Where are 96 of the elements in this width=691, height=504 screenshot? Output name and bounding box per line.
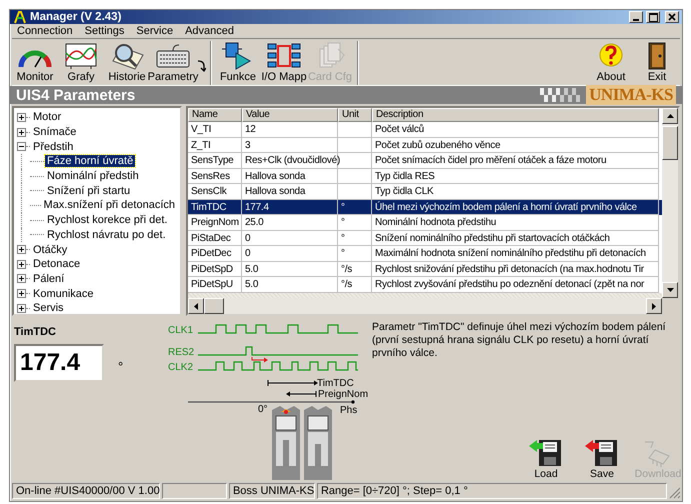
table-row[interactable]: TimTDC 177.4 ° Úhel mezi výchozím bodem pálení a horní úvratí prvního válce xyxy=(188,200,662,215)
tree-item[interactable]: Servis xyxy=(31,302,66,314)
table-row[interactable]: PiDetSpU 5.0 °/s Rychlost zvyšování předstihu po odeznění detonací (zpět na nor xyxy=(188,277,662,292)
scroll-left-icon xyxy=(194,302,198,310)
zero-label: 0° xyxy=(258,404,268,415)
company-logo: UNIMA-KS xyxy=(586,85,676,105)
column-header[interactable]: Unit xyxy=(338,108,372,122)
tree-item[interactable]: Pálení xyxy=(31,272,66,285)
expand-icon[interactable] xyxy=(17,112,26,122)
scroll-down-icon xyxy=(666,288,674,292)
save-button[interactable]: Save xyxy=(580,438,624,480)
menu-item[interactable]: Settings xyxy=(80,24,130,38)
axis-label: Phs xyxy=(340,405,358,416)
status-field: On-line #UIS40000/00 V 1.00 xyxy=(12,483,160,499)
timtdc-dimension-line xyxy=(268,380,318,386)
toolbar-button[interactable]: Monitor xyxy=(12,41,58,85)
value-field[interactable]: 177.4 xyxy=(14,344,104,382)
scroll-right-icon xyxy=(652,302,656,310)
tree-item[interactable]: Nominální předstih xyxy=(45,170,141,182)
signal-label: RES2 xyxy=(168,347,194,358)
scrollbar-thumb[interactable] xyxy=(204,298,224,314)
maximize-button[interactable] xyxy=(646,11,660,23)
table-row[interactable]: SensType Res+Clk (dvoučidlové) Počet snímacích čidel pro měření otáček a fáze motoru xyxy=(188,153,662,168)
tree-item[interactable]: Fáze horní úvratě xyxy=(45,155,136,168)
table-row[interactable]: SensRes Hallova sonda Typ čidla RES xyxy=(188,168,662,184)
menu-item[interactable]: Advanced xyxy=(180,24,240,38)
page-title: UIS4 Parameters xyxy=(16,86,136,104)
table-row[interactable]: PiDetSpD 5.0 °/s Rychlost snižování předstihu při detonacích (na max.hodnotu Tir xyxy=(188,262,662,277)
scroll-up-icon xyxy=(666,114,674,118)
horizontal-scrollbar[interactable] xyxy=(188,298,678,314)
tree-item[interactable]: Předstih xyxy=(31,140,76,153)
tree-item[interactable]: Otáčky xyxy=(31,244,70,256)
close-button[interactable] xyxy=(665,11,679,23)
return-arrow-icon xyxy=(196,59,206,73)
marker-label: TimTDC xyxy=(317,378,354,389)
reset-arrow xyxy=(252,356,268,362)
close-icon xyxy=(668,13,676,21)
unit-label: ° xyxy=(118,359,124,376)
toolbar-button[interactable]: Parametry xyxy=(150,41,196,85)
signal-label: CLK2 xyxy=(168,362,194,373)
minimize-button[interactable] xyxy=(629,11,643,23)
table-cell: 5.0 xyxy=(242,277,338,292)
toolbar-button[interactable]: Exit xyxy=(634,41,680,85)
table-row[interactable]: PiDetDec 0 ° Maximální hodnota snížení nominálního předstihu při detonacích xyxy=(188,246,662,262)
vertical-scrollbar[interactable] xyxy=(662,108,678,298)
status-field: Boss UNIMA-KS xyxy=(228,483,315,499)
tree-item[interactable]: Rychlost korekce při det. xyxy=(45,214,170,226)
window-title: Manager (V 2.43) xyxy=(30,11,122,23)
chart-icon xyxy=(63,41,99,71)
table-cell: °/s xyxy=(338,277,372,292)
marker-label: PreignNom xyxy=(318,389,368,400)
expand-icon[interactable] xyxy=(17,304,26,313)
table-row[interactable]: Z_TI 3 Počet zubů ozubeného věnce xyxy=(188,138,662,153)
checker-pattern-icon xyxy=(540,88,580,102)
resize-grip-icon xyxy=(668,487,680,499)
tree-item[interactable]: Rychlost návratu po det. xyxy=(45,228,168,241)
parameter-name: TimTDC xyxy=(14,326,57,338)
toolbar-button[interactable]: Funkce xyxy=(215,41,261,85)
expand-icon[interactable] xyxy=(17,274,26,284)
column-header[interactable]: Description xyxy=(372,108,659,122)
app-icon xyxy=(13,10,27,24)
table-row[interactable]: PreignNom 25.0 ° Nominální hodnota předstihu xyxy=(188,215,662,230)
floppy-disk-icon xyxy=(585,438,619,468)
menu-item[interactable]: Connection xyxy=(12,24,78,38)
menu-item[interactable]: Service xyxy=(131,24,178,38)
table-cell: Rychlost zvyšování předstihu po odeznění detonací (zpět na nor xyxy=(372,277,659,292)
table-row[interactable]: V_TI 12 Počet válců xyxy=(188,122,662,138)
expand-icon[interactable] xyxy=(17,245,26,254)
parameter-description: Parametr "TimTDC" definuje úhel mezi výchozím bodem pálení (první sestupná hrana signálu CLK po resetu) a horní úvratí prvního válce. xyxy=(372,320,667,360)
maximize-icon xyxy=(648,12,658,22)
tree-item[interactable]: Snímače xyxy=(31,126,78,138)
tree-item[interactable]: Detonace xyxy=(31,258,82,270)
load-button[interactable]: Load xyxy=(524,438,568,480)
table-row[interactable]: PiStaDec 0 ° Snížení nominálního předstihu při startovacích otáčkách xyxy=(188,230,662,246)
tree-item[interactable]: Komunikace xyxy=(31,288,96,300)
expand-icon[interactable] xyxy=(17,260,26,269)
tree-item[interactable]: Max.snížení při detonacích xyxy=(42,199,177,212)
toolbar-button[interactable]: I/O Mapp xyxy=(261,41,307,85)
preignnom-dimension-line xyxy=(286,390,316,398)
expand-icon[interactable] xyxy=(17,289,26,298)
status-panel xyxy=(162,483,227,499)
toolbar-button[interactable]: Grafy xyxy=(58,41,104,85)
table-cell: PiDetSpU xyxy=(188,277,242,292)
collapse-icon[interactable] xyxy=(17,142,26,152)
floppy-disk-icon xyxy=(529,438,563,468)
expand-icon[interactable] xyxy=(17,128,26,137)
status-field: Range= [0÷720] °; Step= 0,1 ° xyxy=(316,483,667,499)
column-header[interactable]: Name xyxy=(188,108,242,122)
column-header[interactable]: Value xyxy=(242,108,338,122)
tree-item[interactable]: Motor xyxy=(31,111,64,124)
table-row[interactable]: SensClk Hallova sonda Typ čidla CLK xyxy=(188,184,662,200)
tree-item[interactable]: Snížení při startu xyxy=(45,184,132,197)
signal-label: CLK1 xyxy=(168,325,194,336)
toolbar-button[interactable]: About xyxy=(588,41,634,85)
toolbar-button[interactable]: Historie xyxy=(104,41,150,85)
scrollbar-thumb[interactable] xyxy=(662,126,678,160)
